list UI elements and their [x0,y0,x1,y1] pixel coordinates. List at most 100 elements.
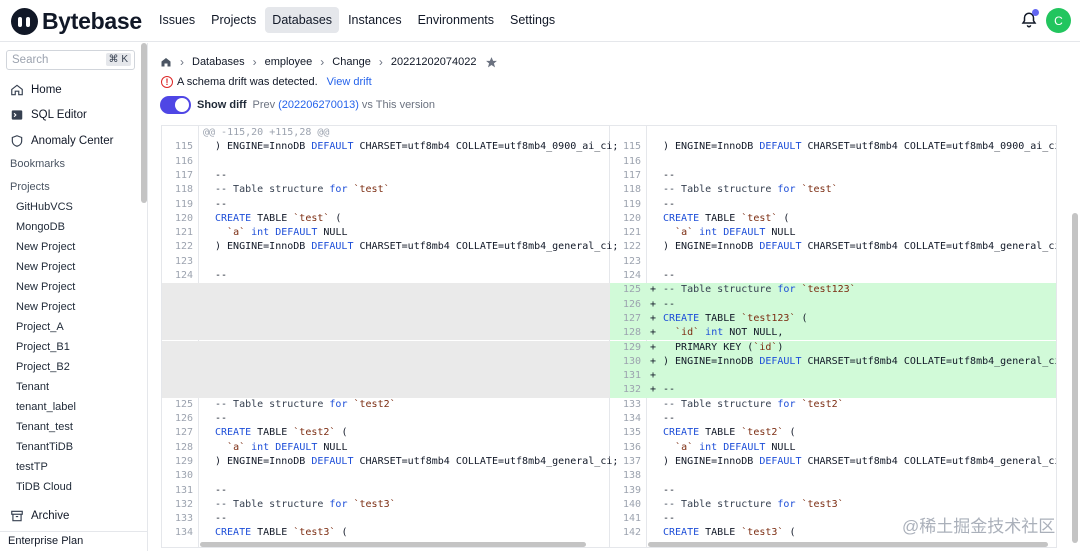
nav-settings[interactable]: Settings [503,7,562,33]
show-diff-toggle[interactable] [160,96,191,114]
line-number: 129 [622,341,641,353]
sidebar-project-item[interactable]: New Project [16,261,75,273]
sidebar-item-home[interactable]: Home [10,83,62,97]
added-sign: + [650,298,657,310]
added-sign: + [650,355,657,367]
search-input[interactable]: Search ⌘ K [6,50,135,70]
line-number: 125 [622,284,641,296]
sidebar-project-item[interactable]: TenantTiDB [16,441,73,453]
line-code: -- [215,513,228,525]
sidebar-project-item[interactable]: Project_B1 [16,341,70,353]
diff-line: 116 [610,155,1056,169]
breadcrumb-databases[interactable]: Databases [192,56,245,68]
archive-icon [11,510,23,522]
main-nav: Issues Projects Databases Instances Environm… [152,7,562,33]
nav-projects[interactable]: Projects [204,7,263,33]
sidebar-project-item[interactable]: TiDB Cloud [16,481,72,493]
sidebar-item-archive[interactable]: Archive [10,509,69,523]
line-code: -- [215,270,228,281]
breadcrumb-change[interactable]: Change [332,56,371,68]
sidebar-project-item[interactable]: tenant_label [16,401,76,413]
line-number: 126 [174,413,193,424]
nav-instances[interactable]: Instances [341,7,409,33]
sidebar-item-sql-editor[interactable]: SQL Editor [10,108,87,122]
sidebar-project-item[interactable]: Tenant_test [16,421,73,433]
diff-line: 121 `a` int DEFAULT NULL [610,226,1056,240]
avatar[interactable]: C [1046,8,1071,33]
drift-message: A schema drift was detected. [177,76,318,88]
line-code: -- [663,484,676,496]
line-number: 127 [622,312,641,324]
vertical-scrollbar[interactable] [1072,213,1078,543]
sidebar-project-item[interactable]: MongoDB [16,221,65,233]
line-number: 134 [174,527,193,539]
breadcrumb-version: 20221202074022 [390,56,477,68]
horizontal-scrollbar-left[interactable] [200,542,586,547]
line-number: 140 [622,498,641,510]
logo[interactable]: Bytebase [11,7,142,35]
diff-line-placeholder [162,340,610,355]
line-code: -- Table structure for `test` [215,184,390,196]
sidebar-project-item[interactable]: New Project [16,281,75,293]
line-number: 131 [622,370,641,382]
line-number: 141 [622,513,641,525]
added-sign: + [650,312,657,324]
line-number: 126 [622,298,641,310]
diff-line-placeholder [162,297,610,312]
line-number: 142 [622,527,641,539]
star-icon[interactable] [485,56,498,69]
sidebar-item-anomaly-center[interactable]: Anomaly Center [10,134,113,148]
diff-line: 129) ENGINE=InnoDB DEFAULT CHARSET=utf8m… [162,455,618,469]
diff-line: 122) ENGINE=InnoDB DEFAULT CHARSET=utf8m… [610,240,1056,254]
nav-databases[interactable]: Databases [265,7,340,33]
breadcrumb-employee[interactable]: employee [265,56,313,68]
line-number: 117 [174,169,193,181]
line-number: 119 [622,198,641,210]
diff-line-placeholder [162,311,610,327]
added-sign: + [650,370,657,382]
sidebar-project-item[interactable]: Tenant [16,381,49,393]
line-code: CREATE TABLE `test3` ( [663,527,796,539]
diff-line: 118 -- Table structure for `test` [610,183,1056,197]
diff-line-added: 125 + -- Table structure for `test123` [610,283,1056,298]
sidebar-item-label: Archive [31,510,70,522]
bookmarks-heading[interactable]: Bookmarks [10,158,65,170]
projects-heading[interactable]: Projects [10,181,50,193]
terminal-icon [11,110,23,120]
line-code: ) ENGINE=InnoDB DEFAULT CHARSET=utf8mb4 … [663,141,1057,153]
diff-line: 126 -- [162,412,610,426]
line-number: 116 [174,155,193,167]
line-code: -- Table structure for `test2` [215,398,396,410]
horizontal-scrollbar-right[interactable] [648,542,1048,547]
diff-line: 116 [162,155,610,169]
line-number: 123 [174,255,193,267]
line-number: 124 [174,270,193,281]
diff-line-added: 130 + ) ENGINE=InnoDB DEFAULT CHARSET=utf8… [610,354,1057,370]
drift-alert: ! A schema drift was detected. View drif… [161,76,372,88]
sidebar-project-item[interactable]: New Project [16,241,75,253]
line-code: -- Table structure for `test123` [663,284,856,296]
sidebar-project-item[interactable]: testTP [16,461,48,473]
view-drift-link[interactable]: View drift [327,76,372,88]
sidebar-project-item[interactable]: New Project [16,301,75,313]
line-number: 138 [622,470,641,482]
sidebar-project-item[interactable]: Project_A [16,321,64,333]
nav-environments[interactable]: Environments [411,7,501,33]
plan-label[interactable]: Enterprise Plan [8,535,83,547]
line-code: ) ENGINE=InnoDB DEFAULT CHARSET=utf8mb4 … [663,355,1057,367]
diff-line: 136 `a` int DEFAULT NULL [610,441,1056,455]
prev-version-link[interactable]: (202206270013) [278,99,359,111]
nav-issues[interactable]: Issues [152,7,202,33]
line-number: 135 [622,427,641,439]
sidebar-project-item[interactable]: Project_B2 [16,361,70,373]
diff-line: 115) ENGINE=InnoDB DEFAULT CHARSET=utf8m… [162,140,618,154]
sidebar-scrollbar[interactable] [141,43,147,203]
sidebar-project-item[interactable]: GitHubVCS [16,201,73,213]
diff-line: 123 [162,255,610,269]
line-number: 130 [622,355,641,367]
bytebase-logo-icon [11,7,38,35]
line-number: 118 [174,184,193,196]
line-code: `a` int DEFAULT NULL [675,227,796,239]
diff-line: 125 -- Table structure for `test2` [162,398,610,412]
home-icon[interactable] [160,56,172,68]
